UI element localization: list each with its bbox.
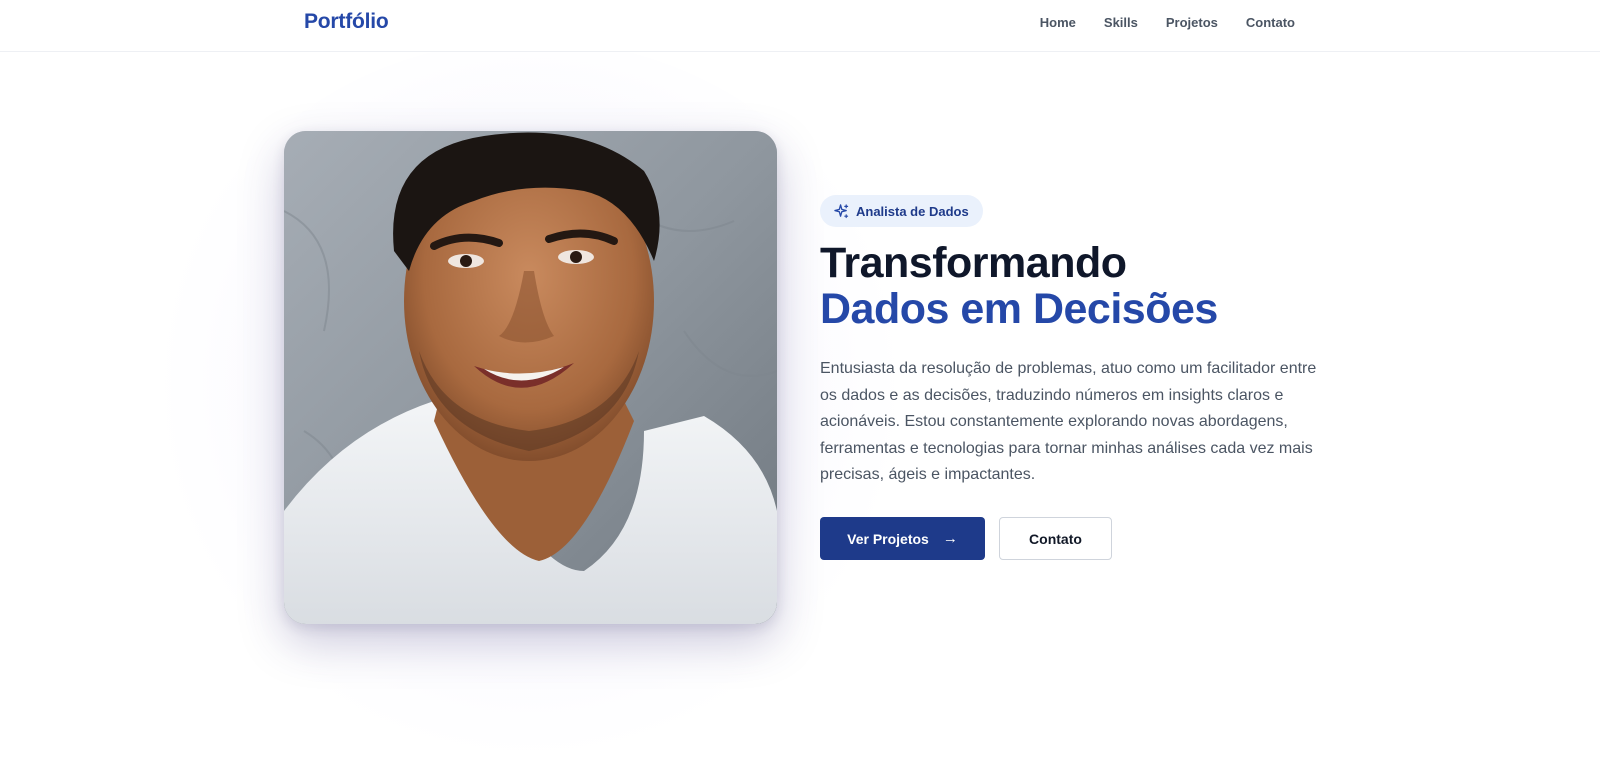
site-logo[interactable]: Portfólio — [304, 10, 389, 34]
hero-title-line2: Dados em Decisões — [820, 285, 1218, 333]
nav-link-projetos[interactable]: Projetos — [1166, 15, 1218, 30]
nav-links: Home Skills Projetos Contato — [1040, 15, 1295, 30]
nav-link-skills[interactable]: Skills — [1104, 15, 1138, 30]
view-projects-label: Ver Projetos — [847, 530, 929, 547]
profile-photo — [284, 131, 777, 624]
nav-link-contato[interactable]: Contato — [1246, 15, 1295, 30]
contact-button-label: Contato — [1029, 530, 1082, 547]
hero-title: Transformando Dados em Decisões — [820, 240, 1218, 332]
arrow-right-icon: → — [942, 530, 958, 547]
badge-label: Analista de Dados — [856, 203, 969, 219]
navbar: Portfólio Home Skills Projetos Contato — [0, 0, 1600, 52]
portrait-illustration — [284, 131, 777, 624]
nav-link-home[interactable]: Home — [1040, 15, 1076, 30]
hero-description: Entusiasta da resolução de problemas, at… — [820, 360, 1317, 483]
sparkle-icon — [834, 203, 849, 218]
contact-button[interactable]: Contato — [999, 517, 1112, 560]
role-badge: Analista de Dados — [820, 195, 983, 227]
view-projects-button[interactable]: Ver Projetos → — [820, 517, 985, 560]
hero-title-line1: Transformando — [820, 239, 1127, 287]
